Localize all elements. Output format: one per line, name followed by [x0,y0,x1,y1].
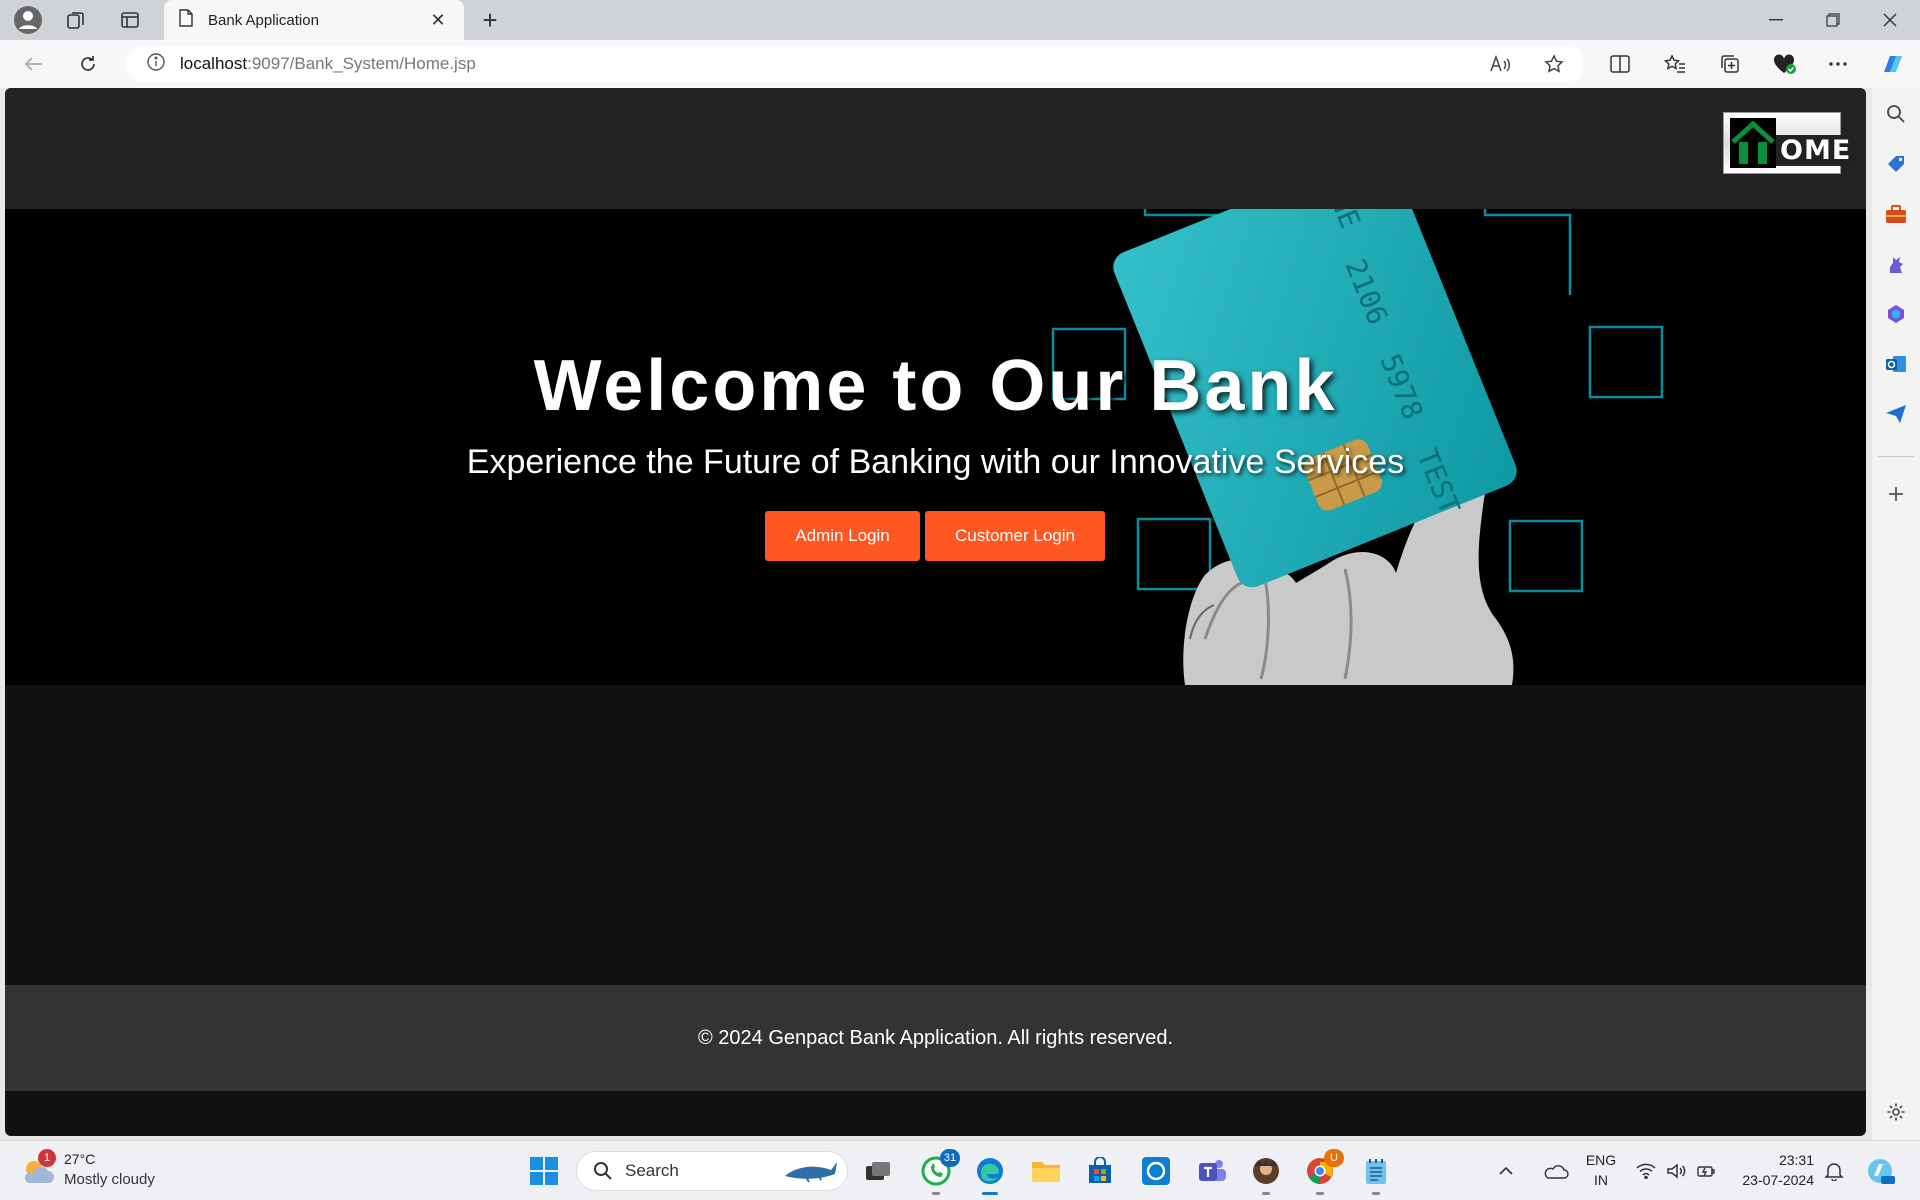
hero-content: Welcome to Our Bank Experience the Futur… [5,209,1866,685]
whatsapp-icon[interactable]: 31 [916,1149,960,1195]
running-indicator [1316,1192,1324,1195]
close-window-button[interactable] [1862,0,1918,40]
taskbar-search-label: Search [625,1161,679,1180]
address-toolbar: localhost:9097/Bank_System/Home.jsp [0,40,1920,88]
tools-briefcase-icon[interactable] [1878,196,1914,232]
hero-title: Welcome to Our Bank [533,346,1338,426]
footer-copyright: © 2024 Genpact Bank Application. All rig… [697,1026,1173,1049]
new-tab-button[interactable]: + [474,4,506,36]
weather-temp: 27°C [64,1151,96,1167]
running-indicator [1262,1192,1270,1195]
side-panel-divider [1878,456,1914,457]
shopping-tag-icon[interactable] [1878,146,1914,182]
page-icon [178,8,194,32]
favorite-star-icon[interactable] [1536,46,1572,82]
add-icon[interactable] [1878,476,1914,512]
start-windows-icon[interactable] [524,1151,564,1191]
restore-button[interactable] [1805,0,1861,40]
address-bar[interactable]: localhost:9097/Bank_System/Home.jsp [126,46,1584,82]
teams-icon[interactable] [1192,1151,1232,1191]
outlook-icon[interactable] [1878,346,1914,382]
search-highlight-icon [785,1162,837,1183]
page-viewport: OME 2106 5978 TEST NE Welcome to Our Ban… [5,88,1866,1136]
copilot-taskbar-icon[interactable] [1860,1151,1900,1191]
profile-icon[interactable] [8,6,48,34]
collections-icon[interactable] [1712,48,1748,80]
read-aloud-icon[interactable] [1482,46,1518,82]
site-header: OME [5,88,1866,209]
home-logo-link[interactable]: OME [1723,112,1856,174]
weather-condition: Mostly cloudy [64,1171,155,1188]
show-hidden-icons-chevron-icon[interactable] [1492,1151,1520,1191]
edge-browser-icon[interactable] [970,1151,1010,1195]
onedrive-cloud-icon[interactable] [1536,1151,1576,1191]
file-explorer-icon[interactable] [1026,1151,1066,1191]
notepad-icon[interactable] [1356,1151,1396,1195]
site-info-icon[interactable] [146,52,166,77]
search-icon[interactable] [1878,96,1914,132]
active-tab[interactable]: Bank Application ✕ [164,0,464,40]
reload-button[interactable] [70,48,106,80]
browser-tab-bar: Bank Application ✕ + [0,0,1920,40]
app-avatar-icon[interactable] [1246,1151,1286,1195]
games-chess-icon[interactable] [1878,246,1914,282]
tab-title: Bank Application [208,11,319,29]
running-indicator [1372,1192,1380,1195]
notifications-bell-icon[interactable] [1816,1151,1852,1191]
site-footer: © 2024 Genpact Bank Application. All rig… [5,985,1866,1091]
split-screen-icon[interactable] [1602,48,1638,80]
chrome-icon[interactable]: U [1300,1149,1344,1195]
region-indicator[interactable]: IN [1584,1172,1618,1188]
favorites-icon[interactable] [1657,48,1693,80]
workspaces-icon[interactable] [56,6,96,34]
hero-banner: 2106 5978 TEST NE Welcome to Our Bank Ex… [5,209,1866,685]
back-button[interactable] [16,48,52,80]
settings-gear-icon[interactable] [1878,1094,1914,1130]
weather-alert-badge: 1 [38,1149,56,1167]
home-house-icon [1730,118,1776,168]
windows-taskbar: 1 27°C Mostly cloudy Search 31 U ENG IN … [0,1140,1920,1200]
hero-subtitle: Experience the Future of Banking with ou… [466,443,1405,481]
weather-widget[interactable]: 1 27°C Mostly cloudy [20,1149,180,1193]
microsoft365-icon[interactable] [1878,296,1914,332]
home-logo-text: OME [1776,134,1856,166]
browser-essentials-icon[interactable] [1766,48,1802,80]
edge-side-panel [1872,88,1920,1140]
copilot-icon[interactable] [1874,48,1910,80]
taskbar-search-icon [594,1162,612,1180]
admin-login-button[interactable]: Admin Login [765,511,920,561]
chrome-profile-badge: U [1324,1149,1344,1167]
tab-close-icon[interactable]: ✕ [426,10,450,31]
vertical-tabs-icon[interactable] [110,6,150,34]
customer-login-button[interactable]: Customer Login [925,511,1105,561]
whatsapp-badge: 31 [940,1149,960,1167]
clock-date[interactable]: 23-07-2024 [1730,1172,1814,1188]
cortana-app-icon[interactable] [1136,1151,1176,1191]
running-indicator [932,1192,940,1195]
language-indicator[interactable]: ENG [1584,1152,1618,1168]
battery-charging-icon[interactable] [1688,1151,1724,1191]
active-indicator [982,1192,998,1195]
clock-time[interactable]: 23:31 [1730,1152,1814,1168]
url-text: localhost:9097/Bank_System/Home.jsp [180,54,476,73]
more-menu-icon[interactable] [1820,48,1856,80]
send-drop-icon[interactable] [1878,396,1914,432]
task-view-icon[interactable] [858,1151,898,1191]
microsoft-store-icon[interactable] [1080,1151,1120,1191]
taskbar-search-box[interactable]: Search [576,1151,848,1191]
minimize-button[interactable] [1748,0,1804,40]
